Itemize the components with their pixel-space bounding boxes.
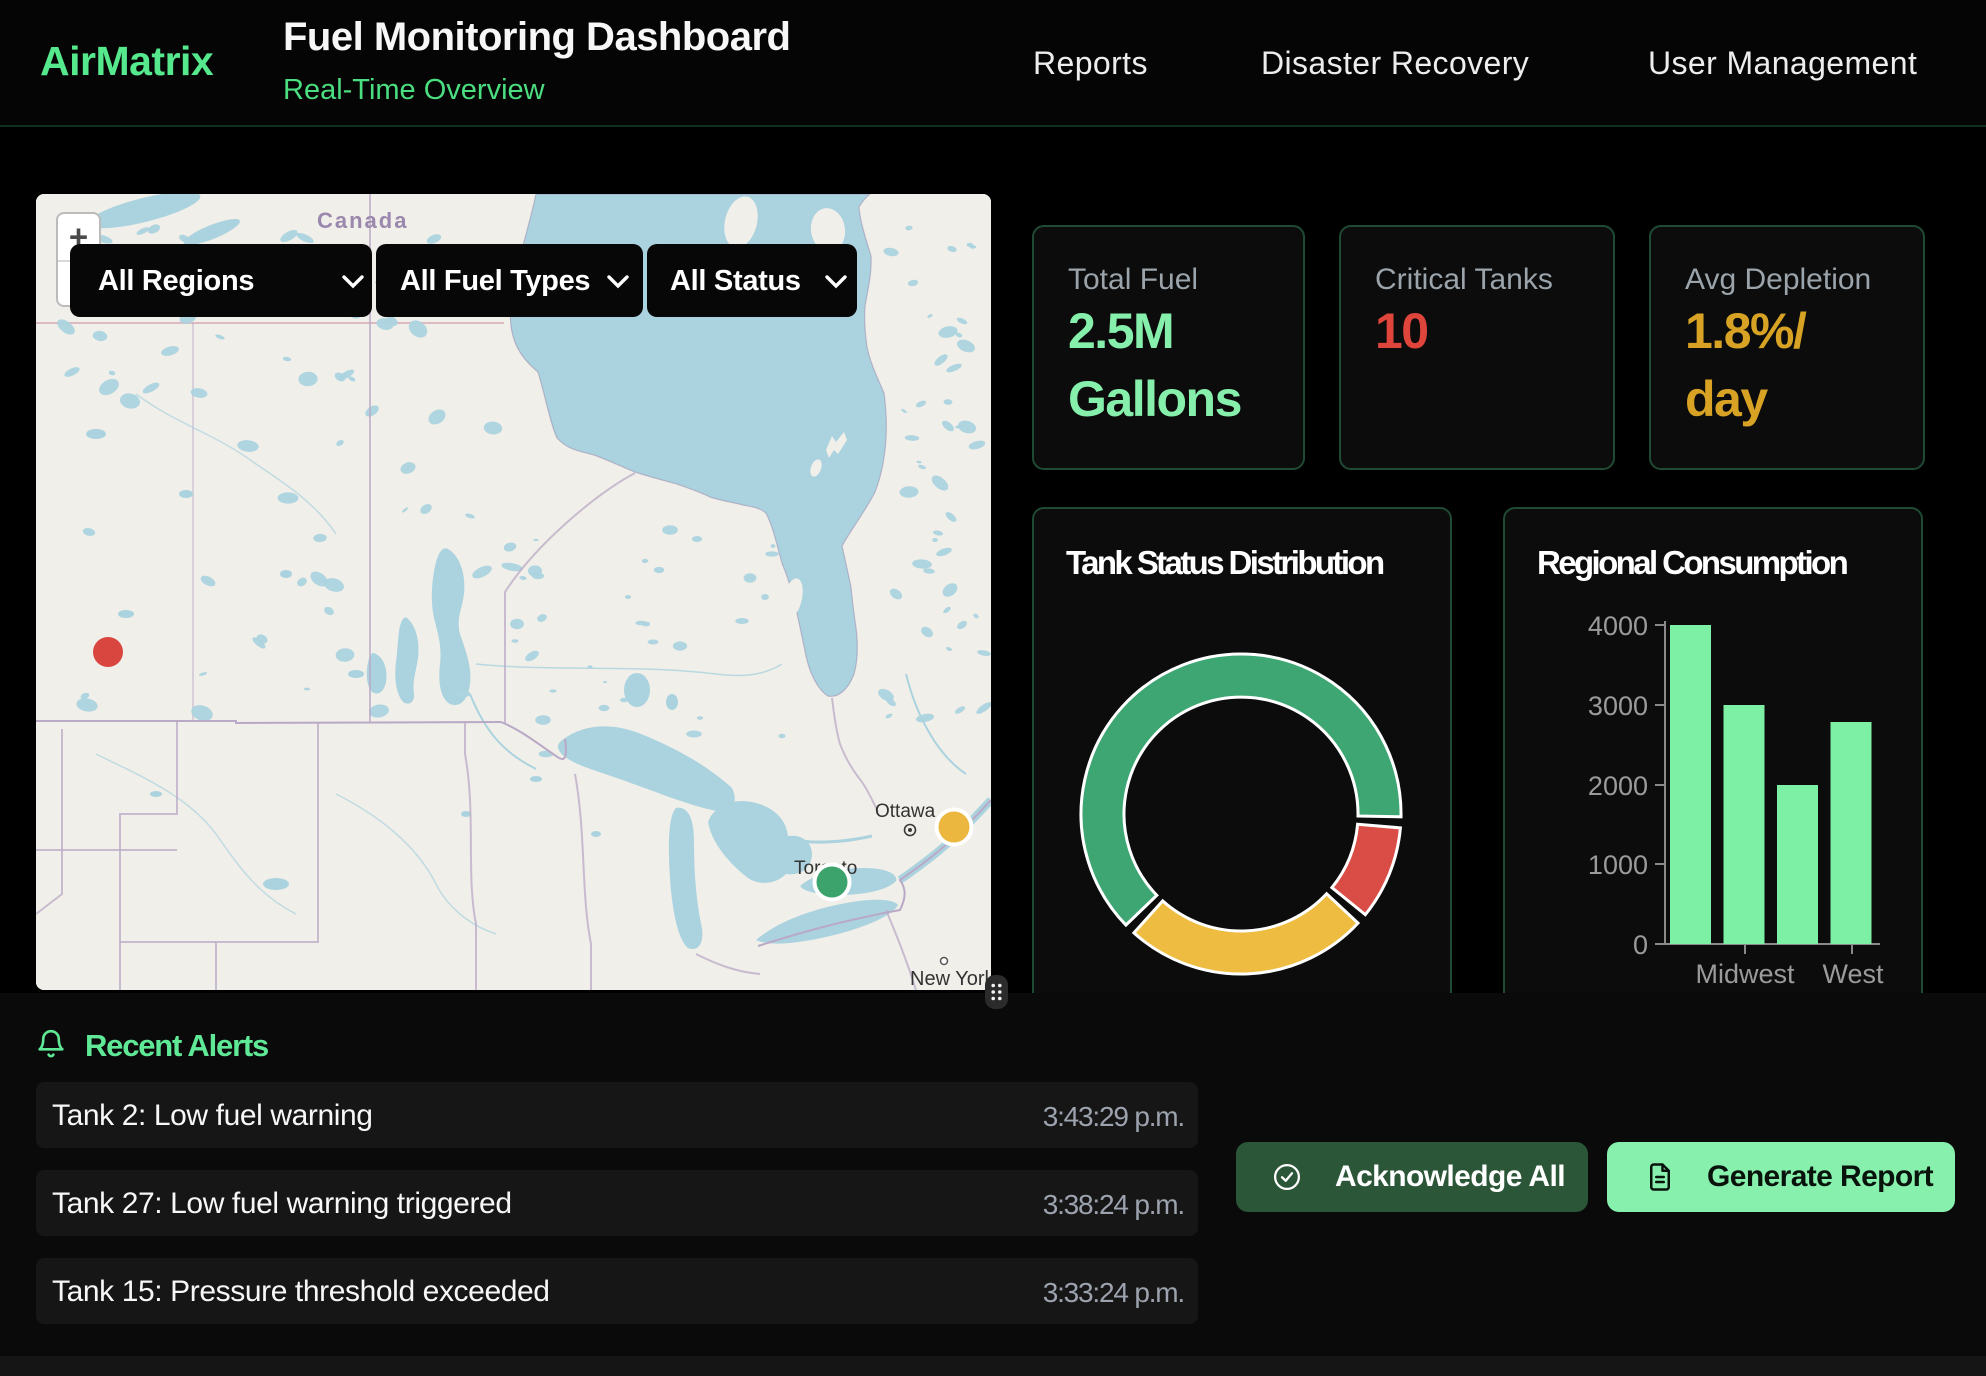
svg-text:Canada: Canada [317, 208, 408, 233]
svg-text:New York: New York [910, 968, 991, 990]
svg-text:2000: 2000 [1588, 771, 1648, 801]
svg-text:Midwest: Midwest [1695, 959, 1795, 989]
svg-text:3000: 3000 [1588, 691, 1648, 721]
svg-text:0: 0 [1633, 930, 1648, 960]
svg-text:1000: 1000 [1588, 850, 1648, 880]
svg-text:West: West [1822, 959, 1884, 989]
svg-text:4000: 4000 [1588, 611, 1648, 641]
svg-text:Ottawa: Ottawa [875, 801, 936, 822]
